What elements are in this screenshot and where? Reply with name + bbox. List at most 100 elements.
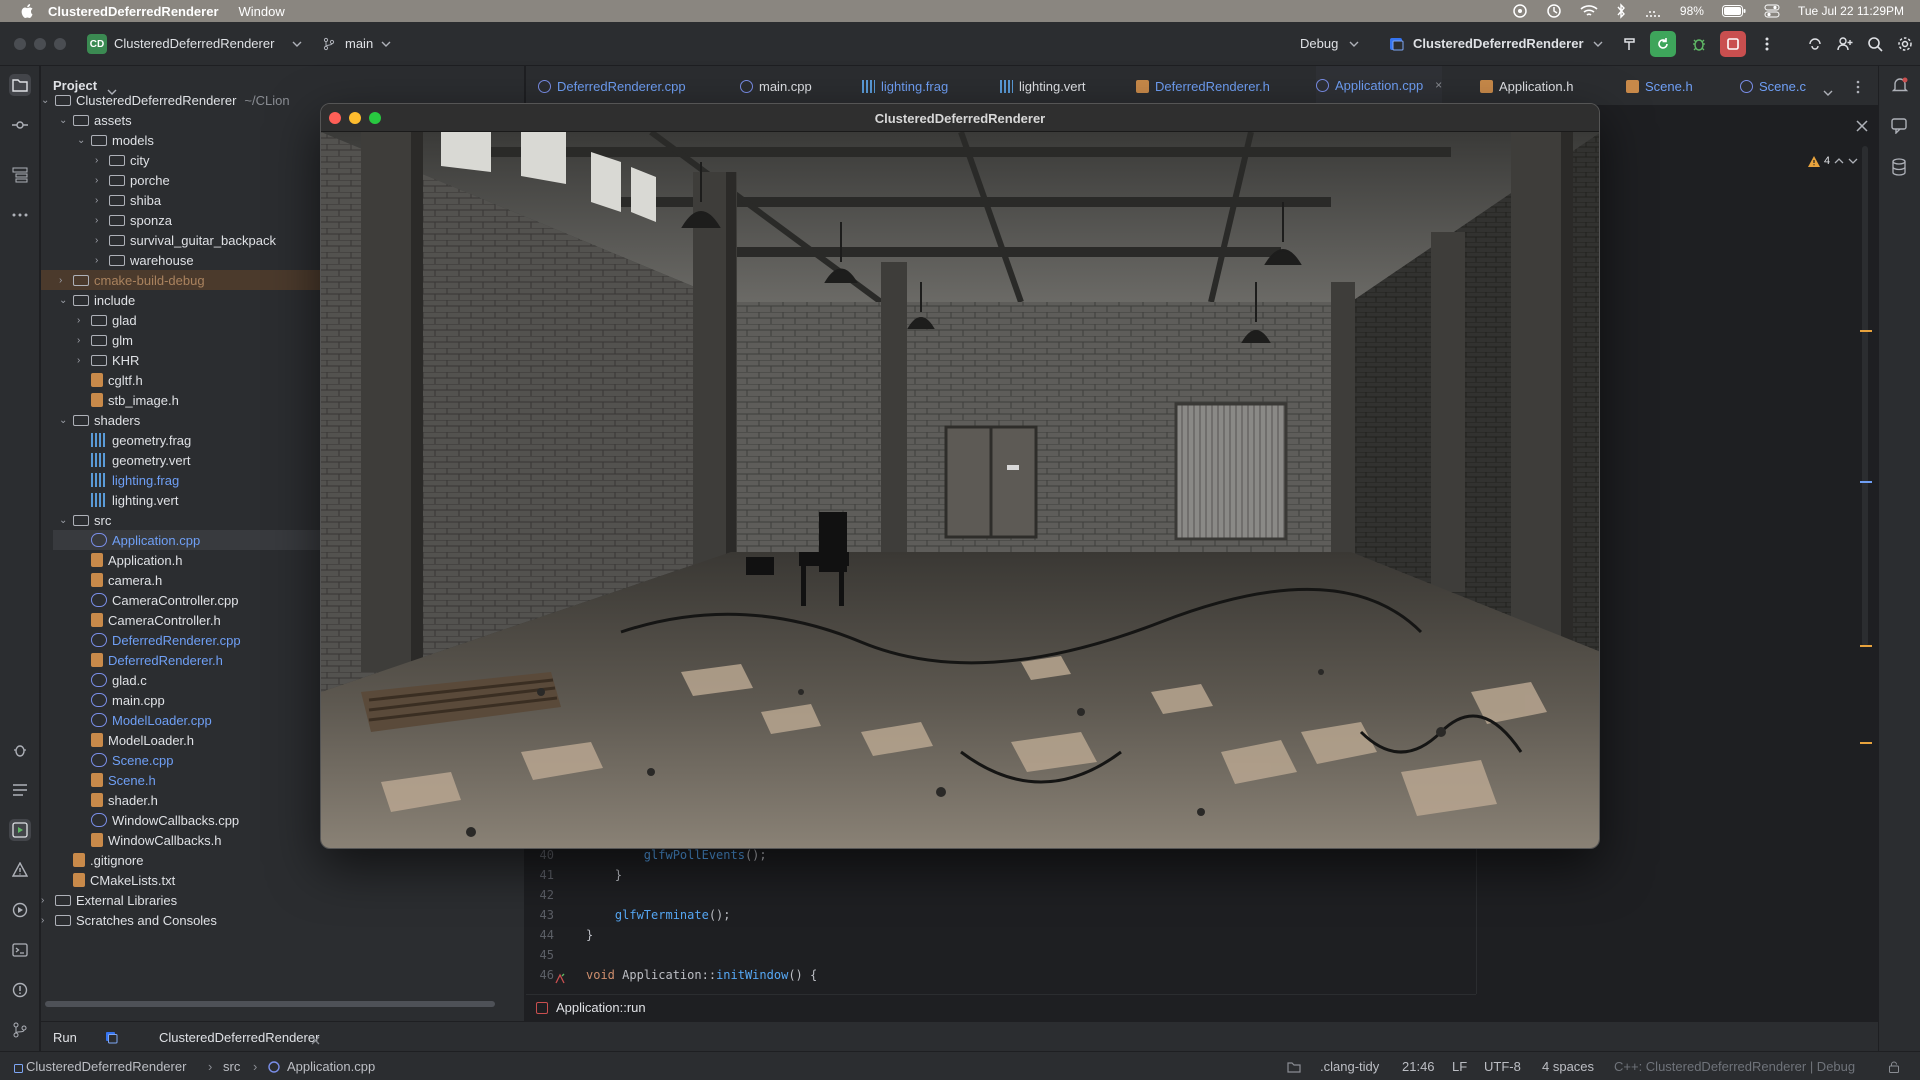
chevron-right-icon[interactable]: ›	[95, 155, 109, 166]
tree-item[interactable]: ⌄ shaders	[59, 410, 140, 430]
notifications-problems-icon[interactable]	[9, 979, 31, 1001]
timer-icon[interactable]	[1546, 3, 1562, 19]
clock[interactable]: Tue Jul 22 11:29PM	[1798, 4, 1904, 18]
status-path-project[interactable]: ClusteredDeferredRenderer	[26, 1059, 186, 1074]
editor-tab[interactable]: DeferredRenderer.h	[1136, 66, 1270, 106]
tree-item[interactable]: › glad	[77, 310, 137, 330]
tree-item[interactable]: Scene.h	[77, 770, 156, 790]
branch-selector[interactable]: main	[345, 36, 373, 51]
tree-item[interactable]: geometry.frag	[77, 430, 191, 450]
tree-item[interactable]: › sponza	[95, 210, 172, 230]
tree-item[interactable]: cgltf.h	[77, 370, 143, 390]
editor-tab[interactable]: lighting.frag	[862, 66, 948, 106]
lock-icon[interactable]	[1888, 1061, 1900, 1076]
editor-tab[interactable]: Application.cpp ×	[1316, 66, 1443, 106]
tree-item[interactable]: ModelLoader.h	[77, 730, 194, 750]
close-preview-icon[interactable]	[1856, 119, 1868, 137]
status-context[interactable]: C++: ClusteredDeferredRenderer | Debug	[1614, 1059, 1855, 1074]
chevron-right-icon[interactable]: ›	[77, 335, 91, 346]
chevron-right-icon[interactable]: ›	[77, 355, 91, 366]
services-tool-icon[interactable]	[9, 899, 31, 921]
tree-item[interactable]: shader.h	[77, 790, 158, 810]
tree-item[interactable]: camera.h	[77, 570, 162, 590]
debug-bug-icon[interactable]	[1688, 33, 1710, 55]
editor-tab[interactable]: DeferredRenderer.cpp	[538, 66, 686, 106]
tree-item[interactable]: › KHR	[77, 350, 139, 370]
airplay-icon[interactable]	[1644, 4, 1662, 18]
tabs-dropdown-icon[interactable]	[1823, 83, 1833, 101]
tree-item[interactable]: glad.c	[77, 670, 147, 690]
commit-tool-icon[interactable]	[9, 114, 31, 136]
chevron-down-icon[interactable]: ⌄	[41, 95, 55, 106]
chevron-right-icon[interactable]: ›	[59, 275, 73, 286]
tree-item[interactable]: .gitignore	[59, 850, 143, 870]
control-center-icon[interactable]	[1764, 4, 1780, 18]
more-vertical-icon[interactable]	[1756, 33, 1778, 55]
project-tool-icon[interactable]	[9, 74, 31, 96]
horizontal-scrollbar[interactable]	[45, 1001, 495, 1007]
warning-marker[interactable]	[1860, 645, 1872, 647]
status-encoding[interactable]: UTF-8	[1484, 1059, 1521, 1074]
build-hammer-icon[interactable]	[1619, 33, 1641, 55]
close-tab-icon[interactable]: ×	[1435, 78, 1442, 92]
tree-item[interactable]: stb_image.h	[77, 390, 179, 410]
terminal-tool-icon[interactable]	[9, 939, 31, 961]
editor-tab[interactable]: lighting.vert	[1000, 66, 1085, 106]
tree-item[interactable]: ⌄ assets	[59, 110, 132, 130]
status-path-folder[interactable]: src	[223, 1059, 240, 1074]
chevron-right-icon[interactable]: ›	[41, 915, 55, 926]
battery-icon[interactable]	[1721, 5, 1746, 17]
window-close-button[interactable]	[14, 38, 26, 50]
rendered-warehouse-scene[interactable]	[321, 132, 1600, 849]
editor-tab[interactable]: main.cpp	[740, 66, 812, 106]
tabs-more-icon[interactable]	[1856, 80, 1860, 99]
inspection-widget[interactable]: 4	[1808, 155, 1858, 167]
structure-tool-icon[interactable]	[9, 164, 31, 186]
chevron-down-icon[interactable]: ⌄	[59, 515, 73, 526]
chevron-down-icon[interactable]	[1848, 158, 1858, 164]
tree-item[interactable]: › cmake-build-debug	[59, 270, 205, 290]
tree-item[interactable]: › glm	[77, 330, 133, 350]
notifications-icon[interactable]	[1891, 76, 1909, 99]
stop-button[interactable]	[1720, 31, 1746, 57]
tree-item[interactable]: CameraController.h	[77, 610, 221, 630]
tree-item[interactable]: ⌄ models	[77, 130, 154, 150]
rerun-button[interactable]	[1650, 31, 1676, 57]
wifi-icon[interactable]	[1580, 4, 1598, 18]
tree-item[interactable]: DeferredRenderer.cpp	[77, 630, 241, 650]
chevron-down-icon[interactable]: ⌄	[77, 135, 91, 146]
todo-tool-icon[interactable]	[9, 779, 31, 801]
tree-item[interactable]: DeferredRenderer.h	[77, 650, 223, 670]
status-linter[interactable]: .clang-tidy	[1320, 1059, 1379, 1074]
tree-item[interactable]: Scene.cpp	[77, 750, 173, 770]
search-icon[interactable]	[1864, 33, 1886, 55]
database-icon[interactable]	[1891, 158, 1907, 181]
window-zoom-button[interactable]	[54, 38, 66, 50]
tree-item[interactable]: lighting.vert	[77, 490, 178, 510]
chevron-down-icon[interactable]: ⌄	[59, 115, 73, 126]
project-badge[interactable]: CD	[87, 34, 107, 54]
tree-item[interactable]: main.cpp	[77, 690, 165, 710]
editor-tab[interactable]: Scene.h	[1626, 66, 1693, 106]
code-breadcrumb[interactable]: Application::run	[526, 994, 1476, 1020]
caret-marker[interactable]	[1860, 481, 1872, 483]
bluetooth-icon[interactable]	[1616, 3, 1626, 19]
tree-item[interactable]: › External Libraries	[41, 890, 177, 910]
render-window[interactable]: ClusteredDeferredRenderer	[320, 103, 1600, 849]
editor-tab[interactable]: Application.h	[1480, 66, 1573, 106]
status-line-separator[interactable]: LF	[1452, 1059, 1467, 1074]
editor-tab[interactable]: Scene.c	[1740, 66, 1806, 106]
tree-item[interactable]: Application.h	[77, 550, 182, 570]
breadcrumb-method[interactable]: Application::run	[556, 1000, 646, 1015]
tree-item[interactable]: CameraController.cpp	[77, 590, 238, 610]
status-path-file[interactable]: Application.cpp	[287, 1059, 375, 1074]
warning-marker[interactable]	[1860, 330, 1872, 332]
gutter-run-icon[interactable]	[554, 972, 566, 990]
run-tab-label[interactable]: ClusteredDeferredRenderer	[159, 1030, 319, 1045]
window-minimize-button[interactable]	[34, 38, 46, 50]
project-root[interactable]: ⌄ ClusteredDeferredRenderer ~/CLion	[41, 90, 290, 110]
status-caret-position[interactable]: 21:46	[1402, 1059, 1435, 1074]
tree-item[interactable]: ModelLoader.cpp	[77, 710, 212, 730]
tree-item[interactable]: CMakeLists.txt	[59, 870, 175, 890]
tree-item[interactable]: Application.cpp	[77, 530, 200, 550]
